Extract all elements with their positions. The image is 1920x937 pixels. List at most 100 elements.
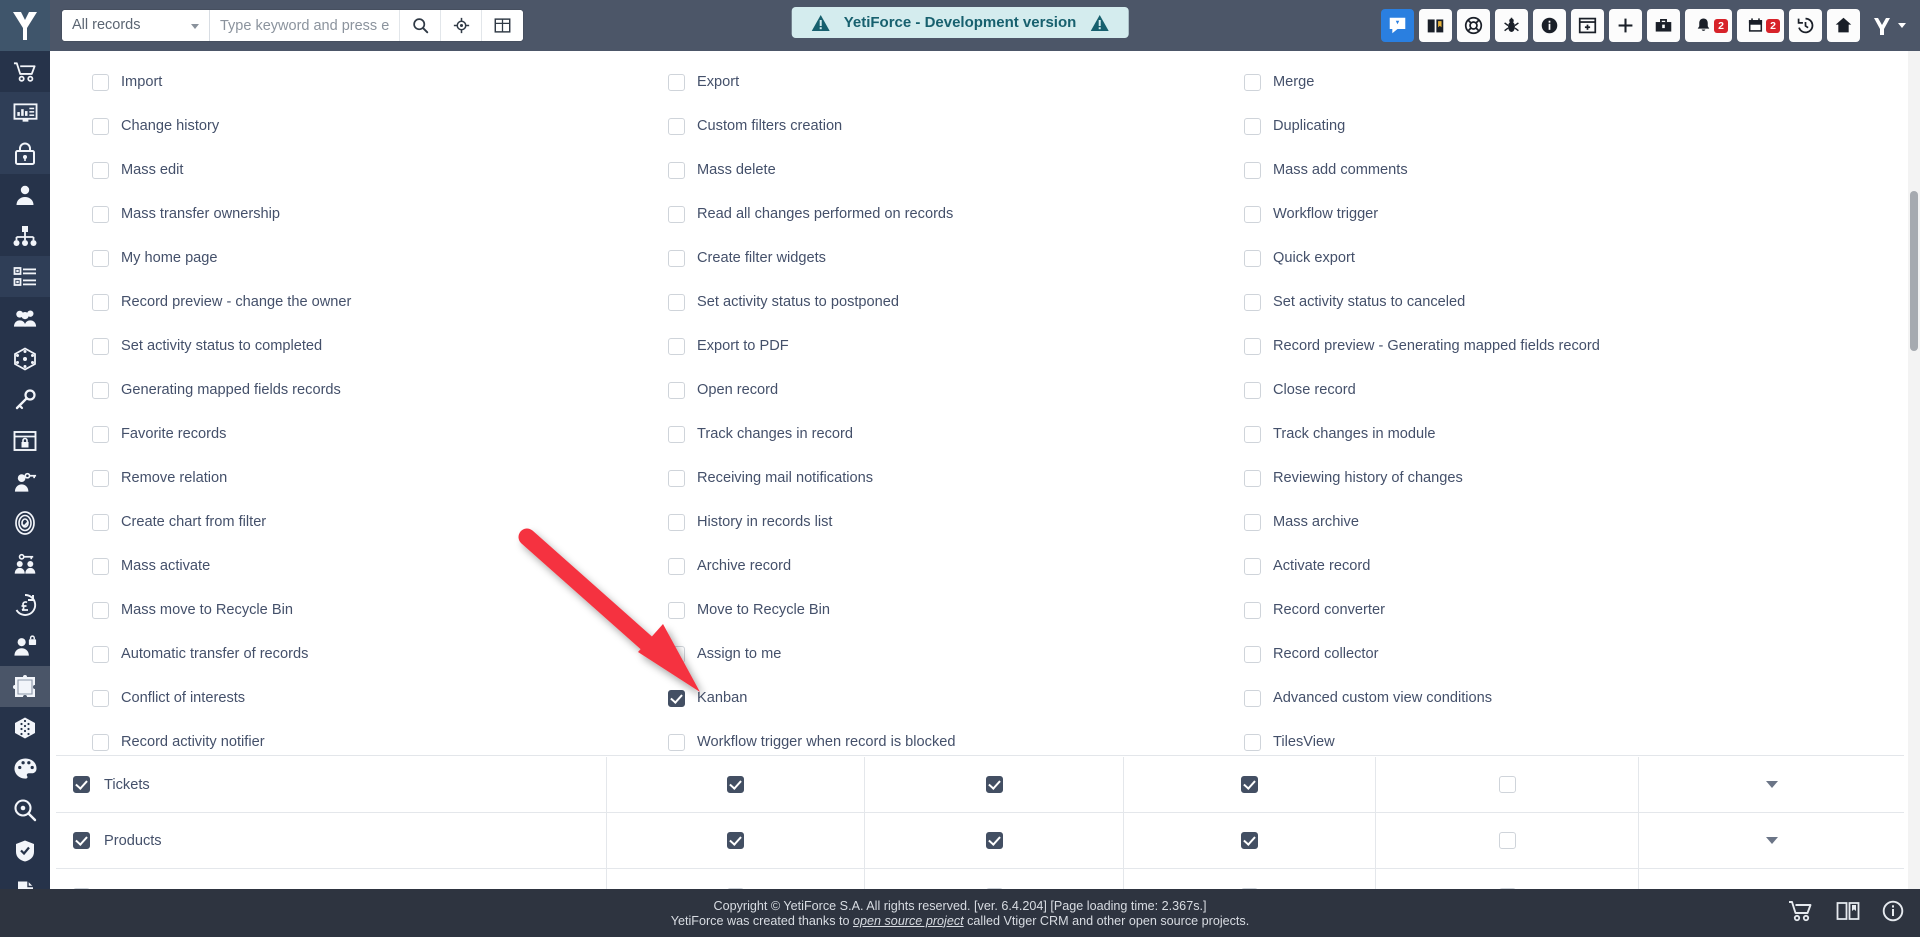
permission-checkbox[interactable] — [92, 117, 109, 135]
permission-checkbox[interactable] — [92, 601, 109, 619]
vertical-scrollbar[interactable] — [1908, 51, 1920, 937]
module-permission-checkbox[interactable] — [727, 776, 744, 793]
permission-checkbox[interactable] — [1244, 293, 1261, 311]
module-permission-checkbox[interactable] — [985, 776, 1003, 793]
permission-checkbox[interactable] — [92, 425, 109, 443]
permission-checkbox[interactable] — [92, 73, 109, 91]
permission-checkbox[interactable] — [1244, 161, 1261, 179]
permission-checkbox[interactable] — [1244, 205, 1261, 223]
sidebar-item-users[interactable] — [0, 174, 50, 215]
module-permission-checkbox[interactable] — [1241, 776, 1258, 793]
module-permission-checkbox[interactable] — [727, 832, 744, 849]
module-enabled-checkbox[interactable] — [73, 776, 90, 793]
permission-checkbox[interactable] — [92, 293, 109, 311]
info-circle-icon[interactable] — [1882, 900, 1904, 927]
calendar-button[interactable]: 2 — [1737, 9, 1784, 42]
permission-checkbox[interactable] — [668, 645, 685, 663]
module-permission-checkbox[interactable] — [985, 832, 1003, 849]
sidebar-item-window-lock[interactable] — [0, 420, 50, 461]
permission-checkbox[interactable] — [1244, 601, 1261, 619]
permission-checkbox[interactable] — [92, 557, 109, 575]
permission-checkbox[interactable] — [1244, 117, 1261, 135]
module-permission-checkbox[interactable] — [1498, 776, 1516, 793]
permission-checkbox[interactable] — [668, 381, 685, 399]
permission-checkbox[interactable] — [668, 733, 685, 751]
app-logo[interactable] — [0, 0, 50, 51]
scrollbar-thumb[interactable] — [1910, 191, 1918, 351]
notifications-button[interactable]: 2 — [1685, 9, 1732, 42]
permission-checkbox[interactable] — [92, 469, 109, 487]
documentation-button[interactable] — [1419, 9, 1452, 42]
permission-checkbox[interactable] — [668, 425, 685, 443]
permission-checkbox[interactable] — [668, 73, 685, 91]
permission-checkbox[interactable] — [668, 117, 685, 135]
sidebar-item-search-settings[interactable] — [0, 789, 50, 830]
search-input[interactable] — [210, 10, 400, 41]
grid-view-button[interactable] — [482, 10, 523, 41]
sidebar-item-shared-access[interactable] — [0, 543, 50, 584]
sidebar-item-user-privileges[interactable] — [0, 625, 50, 666]
shop-button[interactable] — [1647, 9, 1680, 42]
permission-checkbox[interactable] — [668, 513, 685, 531]
permission-checkbox[interactable] — [1244, 249, 1261, 267]
chat-button[interactable] — [1381, 9, 1414, 42]
sidebar-item-dashboard[interactable] — [0, 92, 50, 133]
sidebar-item-appearance[interactable] — [0, 748, 50, 789]
permission-checkbox[interactable] — [1244, 337, 1261, 355]
history-button[interactable] — [1789, 9, 1822, 42]
chevron-down-icon[interactable] — [1765, 837, 1778, 844]
permission-checkbox[interactable] — [92, 249, 109, 267]
sidebar-item-fingerprint[interactable] — [0, 502, 50, 543]
sidebar-item-data-access[interactable] — [0, 338, 50, 379]
permission-checkbox[interactable] — [92, 513, 109, 531]
module-permission-checkbox[interactable] — [1498, 832, 1516, 849]
sidebar-item-blocks[interactable] — [0, 707, 50, 748]
permission-checkbox[interactable] — [1244, 381, 1261, 399]
permission-checkbox[interactable] — [668, 601, 685, 619]
bug-report-button[interactable] — [1495, 9, 1528, 42]
sidebar-item-sales[interactable] — [0, 51, 50, 92]
book-open-icon[interactable] — [1836, 900, 1860, 927]
sidebar-item-user-key[interactable] — [0, 461, 50, 502]
permission-checkbox[interactable] — [92, 337, 109, 355]
permission-checkbox[interactable] — [1244, 513, 1261, 531]
permission-checkbox[interactable] — [668, 337, 685, 355]
sidebar-item-groups[interactable] — [0, 297, 50, 338]
sidebar-item-integrations[interactable] — [0, 666, 50, 707]
sidebar-item-keys[interactable] — [0, 379, 50, 420]
sidebar-item-module-list[interactable] — [0, 256, 50, 297]
user-menu-button[interactable] — [1865, 9, 1912, 42]
permission-checkbox[interactable] — [1244, 557, 1261, 575]
permission-checkbox[interactable] — [668, 469, 685, 487]
sidebar-item-structure[interactable] — [0, 215, 50, 256]
permission-checkbox[interactable] — [92, 733, 109, 751]
add-record-button[interactable] — [1609, 9, 1642, 42]
open-source-project-link[interactable]: open source project — [853, 914, 964, 928]
record-scope-select[interactable]: All records — [62, 10, 210, 41]
permission-checkbox[interactable] — [668, 161, 685, 179]
quick-create-button[interactable] — [1571, 9, 1604, 42]
information-button[interactable] — [1533, 9, 1566, 42]
support-button[interactable] — [1457, 9, 1490, 42]
permission-checkbox[interactable] — [1244, 73, 1261, 91]
sidebar-item-privileges[interactable] — [0, 133, 50, 174]
permission-checkbox[interactable] — [92, 205, 109, 223]
permission-checkbox[interactable] — [668, 205, 685, 223]
module-enabled-checkbox[interactable] — [73, 832, 90, 849]
sidebar-item-currency[interactable] — [0, 584, 50, 625]
permission-checkbox[interactable] — [92, 381, 109, 399]
advanced-search-button[interactable] — [441, 10, 482, 41]
permission-checkbox[interactable] — [1244, 733, 1261, 751]
permission-checkbox[interactable] — [1244, 689, 1261, 707]
sidebar-item-security[interactable] — [0, 830, 50, 871]
permission-checkbox[interactable] — [668, 557, 685, 575]
permission-checkbox[interactable] — [92, 645, 109, 663]
permission-checkbox[interactable] — [92, 161, 109, 179]
permission-checkbox[interactable] — [1244, 645, 1261, 663]
permission-checkbox[interactable] — [668, 293, 685, 311]
search-submit-button[interactable] — [400, 10, 441, 41]
home-button[interactable] — [1827, 9, 1860, 42]
module-permission-checkbox[interactable] — [1241, 832, 1258, 849]
permission-checkbox[interactable] — [1244, 469, 1261, 487]
shopping-cart-icon[interactable] — [1788, 900, 1814, 927]
